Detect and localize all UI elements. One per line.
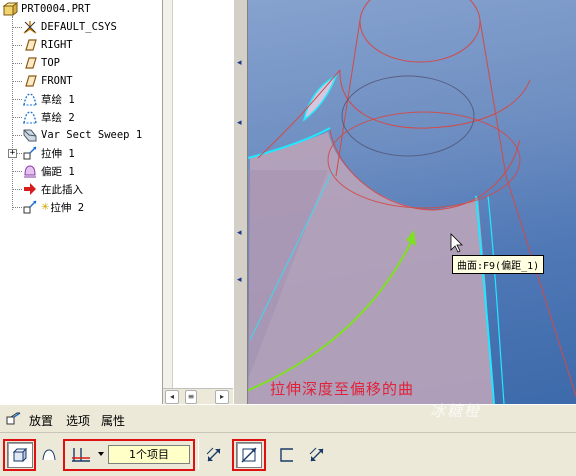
expand-toggle[interactable]: +: [8, 149, 17, 158]
dashboard-tabs: 放置 选项 属性: [0, 404, 576, 432]
solid-button[interactable]: [7, 442, 33, 468]
tree-item-label: 偏距 1: [41, 165, 75, 178]
datum-plane-icon: [22, 55, 38, 71]
panel-splitter[interactable]: ◂ ◂ ◂ ◂: [233, 0, 248, 404]
surface-button[interactable]: [36, 442, 62, 468]
depth-option-button[interactable]: [68, 442, 94, 468]
tree-root-label: PRT0004.PRT: [21, 3, 91, 15]
solid-icon: [12, 447, 28, 463]
tree-item-label: 拉伸 1: [41, 147, 75, 160]
scroll-thumb[interactable]: ≡: [185, 390, 197, 404]
extrude-icon: [22, 199, 38, 215]
remove-material-button[interactable]: [236, 442, 262, 468]
flip-direction-button[interactable]: [201, 442, 227, 468]
tree-item-sketch-2[interactable]: 草绘 2: [22, 108, 75, 126]
splitter-arrow-icon[interactable]: ◂: [237, 58, 245, 68]
fin-surface: [302, 74, 338, 122]
tree-item-label: 拉伸 2: [50, 201, 85, 214]
tree-item-label: 在此插入: [41, 183, 83, 196]
tree-item-offset-1[interactable]: 偏距 1: [22, 162, 75, 180]
depth-dropdown-arrow-icon[interactable]: [98, 452, 104, 456]
tree-item-label: RIGHT: [41, 39, 73, 51]
tree-vertical-scroll-area: [163, 0, 233, 404]
sketch-icon: [22, 91, 38, 107]
tree-horizontal-scrollbar[interactable]: ◂ ≡ ▸: [163, 388, 233, 404]
sweep-icon: [22, 127, 38, 143]
datum-plane-icon: [22, 73, 38, 89]
tree-item-sketch-1[interactable]: 草绘 1: [22, 90, 75, 108]
graphics-window[interactable]: [248, 0, 576, 404]
tree-item-label: FRONT: [41, 75, 73, 87]
tree-item-default-csys[interactable]: DEFAULT_CSYS: [22, 18, 117, 36]
tree-item-var-sect-sweep[interactable]: Var Sect Sweep 1: [22, 126, 142, 144]
tree-item-label: 草绘 1: [41, 93, 75, 106]
separator: [198, 439, 199, 469]
tree-root[interactable]: PRT0004.PRT: [2, 0, 91, 18]
tree-item-extrude-1[interactable]: 拉伸 1: [22, 144, 75, 162]
tree-item-right[interactable]: RIGHT: [22, 36, 73, 54]
hole-edge: [341, 75, 475, 157]
offset-icon: [22, 163, 38, 179]
cylinder-side-edge: [505, 175, 576, 397]
sketch-icon: [22, 109, 38, 125]
csys-icon: [22, 19, 38, 35]
splitter-arrow-icon[interactable]: ◂: [237, 118, 245, 128]
flip-material-side-button[interactable]: [304, 442, 330, 468]
flip-direction-icon: [206, 447, 221, 462]
cylinder-side-edge: [335, 19, 361, 177]
watermark: 冰糖橙: [430, 402, 482, 420]
tree-item-label: TOP: [41, 57, 60, 69]
tree-item-label: Var Sect Sweep 1: [41, 129, 143, 141]
splitter-arrow-icon[interactable]: ◂: [237, 275, 245, 285]
tab-placement[interactable]: 放置: [29, 412, 53, 429]
selection-tooltip: 曲面:F9(偏距_1): [452, 255, 545, 274]
thicken-sketch-icon: [280, 448, 293, 462]
tree-item-front[interactable]: FRONT: [22, 72, 73, 90]
cylinder-top-edge: [359, 0, 481, 63]
tree-item-label: DEFAULT_CSYS: [41, 21, 117, 33]
feature-icon: [6, 411, 22, 427]
scroll-left-button[interactable]: ◂: [165, 390, 179, 404]
surface-icon: [42, 449, 56, 461]
tree-item-insert-here[interactable]: 在此插入: [22, 180, 83, 198]
splitter-arrow-icon[interactable]: ◂: [237, 228, 245, 238]
annotation-text: 拉伸深度至偏移的曲: [270, 380, 415, 398]
flip-material-side-icon: [309, 447, 324, 462]
tab-properties[interactable]: 属性: [101, 412, 125, 429]
new-feature-star-icon: ✳: [41, 201, 50, 213]
sweep-edge: [339, 69, 531, 129]
dashboard-toolbar: 1个项目: [0, 432, 576, 476]
thicken-sketch-button[interactable]: [274, 442, 300, 468]
tab-options[interactable]: 选项: [66, 412, 90, 429]
part-icon: [2, 1, 18, 17]
tree-item-label: 草绘 2: [41, 111, 75, 124]
extrude-icon: [22, 145, 38, 161]
cylinder-side-edge: [479, 19, 507, 177]
datum-plane-icon: [22, 37, 38, 53]
depth-reference-collector[interactable]: 1个项目: [108, 445, 190, 464]
insert-here-arrow-icon: [22, 181, 38, 197]
remove-material-icon: [241, 447, 257, 463]
to-selected-depth-icon: [72, 448, 90, 462]
tree-item-top[interactable]: TOP: [22, 54, 60, 72]
tree-item-extrude-2[interactable]: ✳ 拉伸 2: [22, 198, 84, 216]
scroll-right-button[interactable]: ▸: [215, 390, 229, 404]
model-view: [248, 0, 576, 404]
tree-vertical-scrollbar[interactable]: [163, 0, 173, 404]
model-tree[interactable]: PRT0004.PRT DEFAULT_CSYS RIGHT TOP FRONT…: [0, 0, 163, 404]
